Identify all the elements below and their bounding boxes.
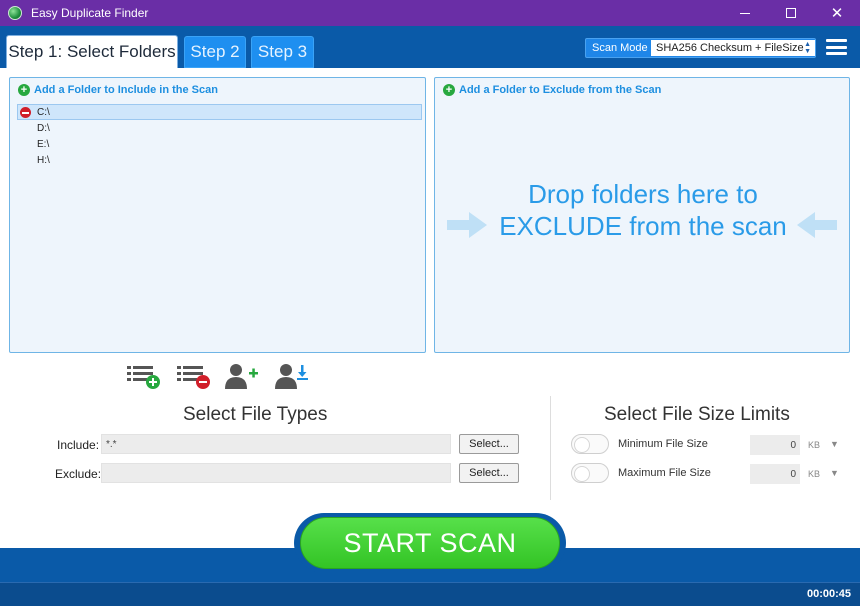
folder-list: C:\ D:\ E:\ H:\ xyxy=(17,104,422,168)
select-arrows-icon: ▲ ▼ xyxy=(804,41,811,55)
user-download-icon[interactable] xyxy=(275,362,309,390)
scan-mode-value: SHA256 Checksum + FileSize xyxy=(656,42,804,54)
maximize-icon xyxy=(786,8,796,18)
exclude-panel-title: Add a Folder to Exclude from the Scan xyxy=(459,84,662,96)
arrow-right-icon xyxy=(447,212,487,238)
close-button[interactable]: ✕ xyxy=(814,0,860,26)
app-logo-icon xyxy=(8,6,22,20)
tab-step-1[interactable]: Step 1: Select Folders xyxy=(6,35,178,68)
remove-folder-icon[interactable] xyxy=(20,107,31,118)
folder-row[interactable]: D:\ xyxy=(17,120,422,136)
minimize-button[interactable] xyxy=(722,0,768,26)
folder-row[interactable]: H:\ xyxy=(17,152,422,168)
exclude-label: Exclude: xyxy=(55,467,102,481)
add-folder-list-icon[interactable] xyxy=(127,362,161,390)
min-size-input[interactable]: 0 xyxy=(750,435,800,455)
folder-path: H:\ xyxy=(37,154,50,166)
scan-mode-label: Scan Mode xyxy=(592,42,648,54)
include-panel-header[interactable]: + Add a Folder to Include in the Scan xyxy=(18,84,218,96)
add-user-icon[interactable] xyxy=(225,362,259,390)
window-title: Easy Duplicate Finder xyxy=(31,6,149,20)
tab-step-3[interactable]: Step 3 xyxy=(251,36,314,68)
min-size-toggle[interactable] xyxy=(571,434,609,454)
folder-path: D:\ xyxy=(37,122,50,134)
scan-mode-control: Scan Mode SHA256 Checksum + FileSize ▲ ▼ xyxy=(585,38,816,58)
folder-row[interactable]: E:\ xyxy=(17,136,422,152)
min-size-unit: KB xyxy=(808,440,821,450)
max-size-input[interactable]: 0 xyxy=(750,464,800,484)
include-panel-title: Add a Folder to Include in the Scan xyxy=(34,84,218,96)
include-folders-panel[interactable]: + Add a Folder to Include in the Scan C:… xyxy=(9,77,426,353)
start-scan-button[interactable]: START SCAN xyxy=(300,517,560,569)
min-size-label: Minimum File Size xyxy=(618,438,708,450)
folder-path: E:\ xyxy=(37,138,50,150)
min-size-dropdown-icon[interactable]: ▼ xyxy=(830,439,839,449)
section-divider xyxy=(550,396,551,500)
folder-path: C:\ xyxy=(37,106,50,118)
header-band: Step 1: Select Folders Step 2 Step 3 Sca… xyxy=(0,26,860,68)
file-size-title: Select File Size Limits xyxy=(604,404,790,425)
max-size-unit: KB xyxy=(808,469,821,479)
scan-mode-select[interactable]: SHA256 Checksum + FileSize ▲ ▼ xyxy=(651,40,815,56)
exclude-select-button[interactable]: Select... xyxy=(459,463,519,483)
drop-zone-text: Drop folders here to EXCLUDE from the sc… xyxy=(499,179,787,241)
folder-row[interactable]: C:\ xyxy=(17,104,422,120)
exclude-types-input[interactable] xyxy=(101,463,451,483)
add-icon: + xyxy=(18,84,30,96)
window-controls: ✕ xyxy=(722,0,860,26)
status-bar: 00:00:45 xyxy=(0,582,860,606)
tab-step-2[interactable]: Step 2 xyxy=(184,36,246,68)
maximize-button[interactable] xyxy=(768,0,814,26)
close-icon: ✕ xyxy=(830,4,844,22)
minimize-icon xyxy=(740,12,750,14)
max-size-dropdown-icon[interactable]: ▼ xyxy=(830,468,839,478)
include-select-button[interactable]: Select... xyxy=(459,434,519,454)
remove-folder-list-icon[interactable] xyxy=(177,362,211,390)
max-size-toggle[interactable] xyxy=(571,463,609,483)
include-types-input[interactable]: *.* xyxy=(101,434,451,454)
elapsed-timer: 00:00:45 xyxy=(806,588,851,600)
title-bar: Easy Duplicate Finder ✕ xyxy=(0,0,860,26)
add-icon: + xyxy=(443,84,455,96)
arrow-left-icon xyxy=(797,212,837,238)
exclude-folders-panel[interactable]: + Add a Folder to Exclude from the Scan … xyxy=(434,77,850,353)
include-label: Include: xyxy=(57,438,100,452)
max-size-label: Maximum File Size xyxy=(618,467,711,479)
file-types-title: Select File Types xyxy=(183,404,328,425)
exclude-panel-header[interactable]: + Add a Folder to Exclude from the Scan xyxy=(443,84,661,96)
menu-icon[interactable] xyxy=(826,39,847,55)
